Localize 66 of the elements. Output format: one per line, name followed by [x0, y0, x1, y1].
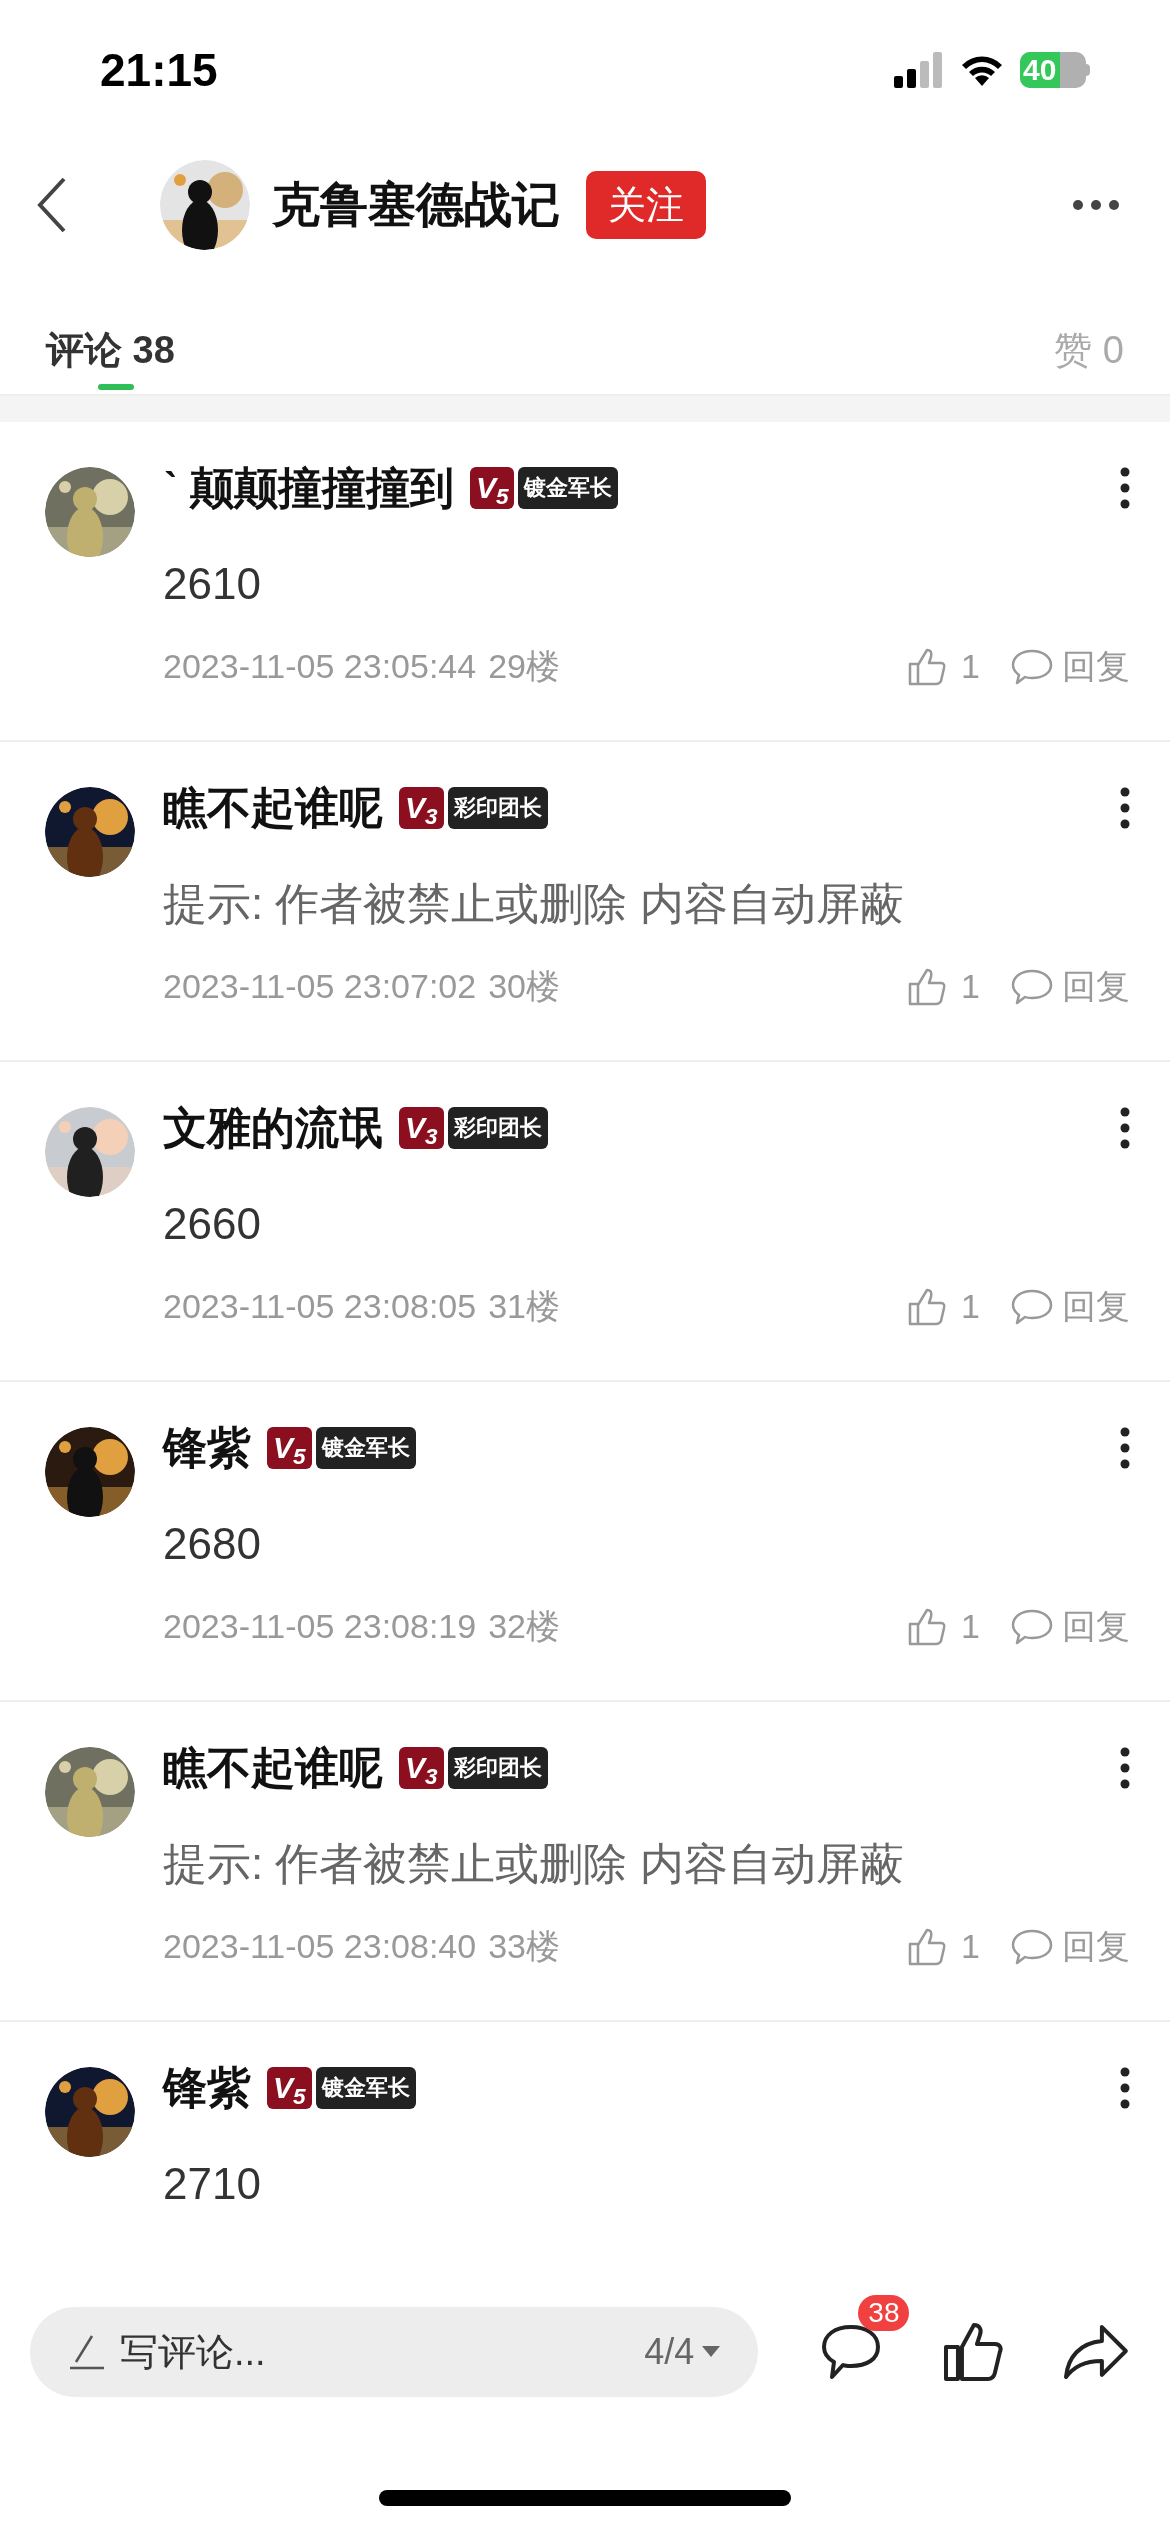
caret-icon[interactable] [702, 2346, 721, 2358]
reply-link[interactable]: 回复 [1062, 961, 1130, 1012]
more-icon[interactable] [1120, 2067, 1130, 2109]
signal-icon [894, 52, 944, 88]
rank-badge: V$_{3}$ [399, 787, 444, 829]
reply-link[interactable]: 回复 [1062, 641, 1130, 692]
comment-time: 2023-11-05 23:08:19 [163, 1606, 477, 1647]
rank-badge: V$_{5}$ [267, 2067, 312, 2109]
comment-text: 提示: 作者被禁止或删除 内容自动屏蔽 [163, 1838, 905, 1890]
user-name[interactable]: 瞧不起谁呢 [163, 775, 383, 841]
comment-text: 2680 [163, 1518, 262, 1570]
user-name[interactable]: 锋紫 [163, 2055, 251, 2121]
tab[interactable]: 评论 38 [46, 306, 175, 390]
user-name[interactable]: 瞧不起谁呢 [163, 1735, 383, 1801]
channel-title: 克鲁塞德战记 [272, 177, 560, 233]
more-icon[interactable] [1120, 1107, 1130, 1149]
comment-text: 2710 [163, 2158, 262, 2210]
title-badge: 镀金军长 [315, 1427, 416, 1469]
user-name[interactable]: 锋紫 [163, 1415, 251, 1481]
title-badge: 彩印团长 [447, 1107, 548, 1149]
like-count: 1 [961, 1926, 980, 1967]
like-count: 1 [961, 1606, 980, 1647]
title-badge: 彩印团长 [447, 1747, 548, 1789]
comment-text: 提示: 作者被禁止或删除 内容自动屏蔽 [163, 878, 905, 930]
comment-time: 2023-11-05 23:07:02 [163, 966, 477, 1007]
floor-number: 31楼 [488, 1286, 561, 1327]
floor-number: 29楼 [488, 646, 561, 687]
user-name[interactable]: ˋ 颠颠撞撞撞到 [163, 455, 454, 521]
like-count: 1 [961, 1286, 980, 1327]
comment-time: 2023-11-05 23:05:44 [163, 646, 477, 687]
user-name[interactable]: 文雅的流氓 [163, 1095, 383, 1161]
rank-badge: V$_{3}$ [399, 1107, 444, 1149]
floor-number: 30楼 [488, 966, 561, 1007]
like-count: 1 [961, 646, 980, 687]
floor-number: 32楼 [488, 1606, 561, 1647]
more-icon[interactable] [1120, 1747, 1130, 1789]
comment-text: 2660 [163, 1198, 262, 1250]
more-icon[interactable] [1120, 787, 1130, 829]
back-icon[interactable] [36, 177, 68, 233]
comment-text: 2610 [163, 558, 262, 610]
like-count: 1 [961, 966, 980, 1007]
like-icon[interactable] [942, 2321, 1005, 2383]
floor-number: 33楼 [488, 1926, 561, 1967]
follow-button[interactable]: 关注 [586, 171, 706, 239]
comment-input[interactable]: 写评论... 4/4 [30, 2307, 759, 2397]
pen-icon [68, 2334, 104, 2370]
status-time: 21:15 [100, 42, 218, 98]
page-indicator[interactable]: 4/4 [644, 2325, 695, 2379]
rank-badge: V$_{5}$ [469, 467, 515, 509]
rank-badge: V$_{5}$ [267, 1427, 312, 1469]
comment-count-badge: 38 [858, 2295, 910, 2331]
reply-link[interactable]: 回复 [1062, 1921, 1130, 1972]
more-icon[interactable] [1120, 467, 1130, 509]
share-icon[interactable] [1062, 2323, 1130, 2381]
more-icon[interactable] [1120, 1427, 1130, 1469]
comment-time: 2023-11-05 23:08:40 [163, 1926, 477, 1967]
comment-time: 2023-11-05 23:08:05 [163, 1286, 477, 1327]
title-badge: 镀金军长 [315, 2067, 416, 2109]
reply-link[interactable]: 回复 [1062, 1281, 1130, 1332]
more-icon[interactable] [1072, 199, 1120, 211]
rank-badge: V$_{3}$ [399, 1747, 444, 1789]
reply-link[interactable]: 回复 [1062, 1601, 1130, 1652]
comment-placeholder[interactable]: 写评论... [120, 2323, 645, 2381]
comment-icon[interactable] [820, 2323, 883, 2381]
title-badge: 镀金军长 [518, 467, 619, 509]
title-badge: 彩印团长 [447, 787, 548, 829]
